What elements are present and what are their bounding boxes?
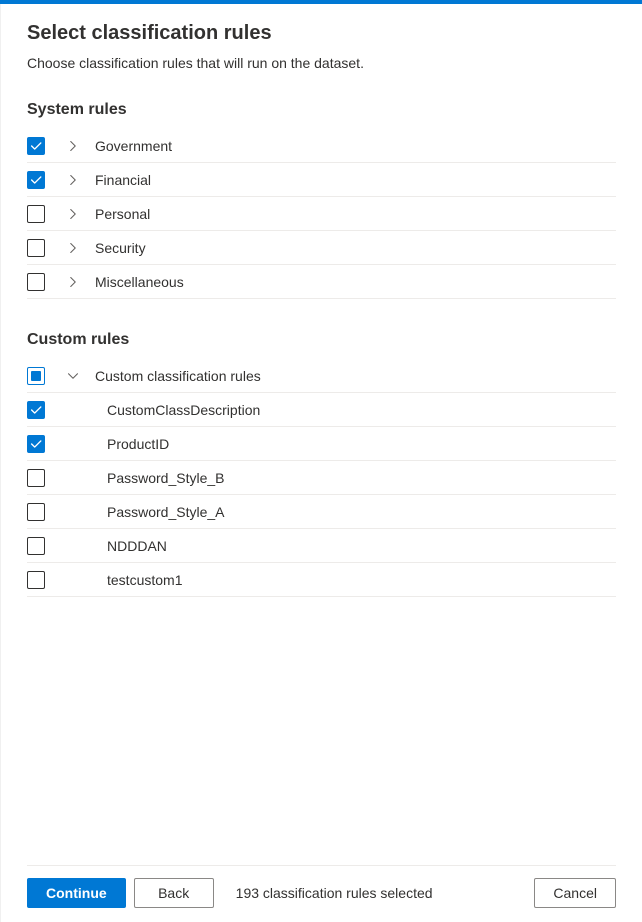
expand-toggle[interactable] xyxy=(63,140,83,152)
rule-row: Security xyxy=(27,231,616,265)
expand-toggle[interactable] xyxy=(63,276,83,288)
rule-group-label: Custom classification rules xyxy=(95,368,261,384)
checkbox[interactable] xyxy=(27,571,45,589)
checkbox[interactable] xyxy=(27,503,45,521)
rule-label: Password_Style_B xyxy=(107,470,225,486)
expand-toggle[interactable] xyxy=(63,174,83,186)
custom-rules-heading: Custom rules xyxy=(27,331,616,349)
checkbox[interactable] xyxy=(27,137,45,155)
checkbox[interactable] xyxy=(27,435,45,453)
content-area: Select classification rules Choose class… xyxy=(27,20,616,865)
chevron-right-icon xyxy=(67,208,79,220)
checkbox[interactable] xyxy=(27,469,45,487)
footer: Continue Back 193 classification rules s… xyxy=(27,865,616,922)
panel: Select classification rules Choose class… xyxy=(0,4,642,922)
rule-label: Financial xyxy=(95,172,151,188)
chevron-right-icon xyxy=(67,276,79,288)
checkbox[interactable] xyxy=(27,537,45,555)
chevron-right-icon xyxy=(67,140,79,152)
check-icon xyxy=(29,437,43,451)
check-icon xyxy=(29,403,43,417)
chevron-down-icon xyxy=(67,370,79,382)
expand-toggle[interactable] xyxy=(63,208,83,220)
rule-row: CustomClassDescription xyxy=(27,393,616,427)
check-icon xyxy=(29,173,43,187)
rule-label: CustomClassDescription xyxy=(107,402,260,418)
rule-label: Personal xyxy=(95,206,150,222)
rule-row: Personal xyxy=(27,197,616,231)
rule-row: ProductID xyxy=(27,427,616,461)
check-icon xyxy=(29,139,43,153)
rule-row: Financial xyxy=(27,163,616,197)
rule-label: Miscellaneous xyxy=(95,274,184,290)
rule-label: NDDDAN xyxy=(107,538,167,554)
checkbox[interactable] xyxy=(27,273,45,291)
custom-rules-list: Custom classification rules CustomClassDe… xyxy=(27,359,616,597)
chevron-right-icon xyxy=(67,174,79,186)
rule-row: Password_Style_A xyxy=(27,495,616,529)
rule-row: Government xyxy=(27,129,616,163)
back-button[interactable]: Back xyxy=(134,878,214,908)
rule-label: ProductID xyxy=(107,436,169,452)
cancel-button[interactable]: Cancel xyxy=(534,878,616,908)
system-rules-list: Government Financial Personal Security Misce… xyxy=(27,129,616,299)
rule-group-row: Custom classification rules xyxy=(27,359,616,393)
page-title: Select classification rules xyxy=(27,22,616,45)
selection-status: 193 classification rules selected xyxy=(236,885,433,901)
rule-label: Government xyxy=(95,138,172,154)
rule-row: Password_Style_B xyxy=(27,461,616,495)
expand-toggle[interactable] xyxy=(63,242,83,254)
system-rules-heading: System rules xyxy=(27,101,616,119)
checkbox[interactable] xyxy=(27,367,45,385)
checkbox[interactable] xyxy=(27,171,45,189)
rule-label: testcustom1 xyxy=(107,572,182,588)
collapse-toggle[interactable] xyxy=(63,370,83,382)
page-subtitle: Choose classification rules that will ru… xyxy=(27,55,616,71)
checkbox[interactable] xyxy=(27,205,45,223)
rule-label: Security xyxy=(95,240,146,256)
rule-row: testcustom1 xyxy=(27,563,616,597)
chevron-right-icon xyxy=(67,242,79,254)
rule-row: Miscellaneous xyxy=(27,265,616,299)
rule-row: NDDDAN xyxy=(27,529,616,563)
rule-label: Password_Style_A xyxy=(107,504,225,520)
indeterminate-fill xyxy=(31,371,41,381)
checkbox[interactable] xyxy=(27,401,45,419)
continue-button[interactable]: Continue xyxy=(27,878,126,908)
checkbox[interactable] xyxy=(27,239,45,257)
